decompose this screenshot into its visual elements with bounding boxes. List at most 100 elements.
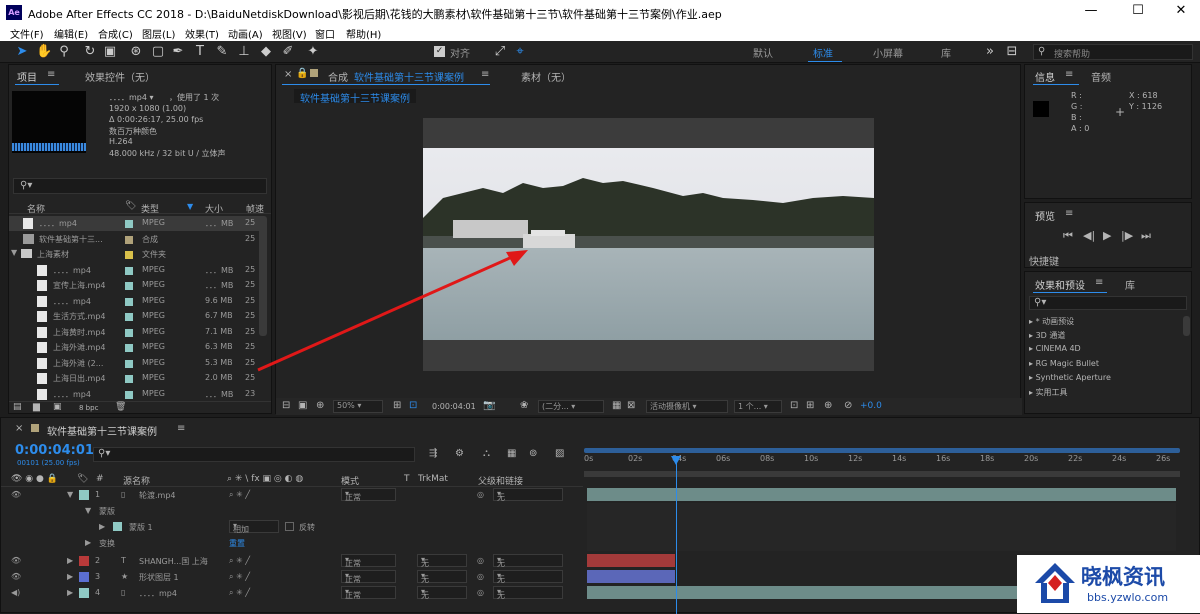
- menu-composition[interactable]: 合成(C): [98, 26, 133, 41]
- label-swatch[interactable]: [125, 251, 133, 259]
- layer-name[interactable]: 轮渡.mp4: [139, 490, 176, 501]
- workspace-library[interactable]: 库: [941, 45, 951, 60]
- project-search-input[interactable]: ⚲▾: [13, 178, 267, 194]
- expand-arrow-icon[interactable]: ▶: [67, 588, 73, 597]
- views-dropdown[interactable]: 1 个... ▾: [734, 400, 782, 413]
- pickwhip-icon[interactable]: ◎: [477, 556, 484, 565]
- masks-row[interactable]: ▼ 蒙版: [1, 503, 1200, 519]
- roto-brush-tool-icon[interactable]: ✐: [280, 44, 296, 60]
- expand-arrow-icon[interactable]: ▶: [67, 572, 73, 581]
- project-item[interactable]: 上海外滩.mp4 MPEG 6.3 MB 25: [9, 340, 264, 355]
- project-item[interactable]: 生活方式.mp4 MPEG 6.7 MB 25: [9, 309, 264, 324]
- menu-edit[interactable]: 编辑(E): [54, 26, 88, 41]
- expand-arrow-icon[interactable]: ▼: [85, 506, 91, 515]
- exposure-icon[interactable]: ⊘: [844, 400, 852, 411]
- pickwhip-icon[interactable]: ◎: [477, 572, 484, 581]
- more-workspaces-icon[interactable]: »: [982, 44, 998, 60]
- pickwhip-icon[interactable]: ◎: [477, 490, 484, 499]
- label-swatch[interactable]: [125, 266, 133, 275]
- project-item[interactable]: 上海日出.mp4 MPEG 2.0 MB 25: [9, 371, 264, 386]
- always-preview-icon[interactable]: ⊟: [282, 400, 290, 411]
- eye-icon[interactable]: 👁: [11, 556, 21, 565]
- menu-view[interactable]: 视图(V): [272, 26, 307, 41]
- menu-animation[interactable]: 动画(A): [228, 26, 263, 41]
- last-frame-icon[interactable]: ⏭: [1141, 229, 1151, 243]
- layer-name[interactable]: 形状图层 1: [139, 572, 179, 583]
- brush-tool-icon[interactable]: ✎: [214, 44, 230, 60]
- align-checkbox[interactable]: ✓: [434, 46, 445, 57]
- playhead-handle[interactable]: [670, 456, 681, 465]
- workspace-standard[interactable]: 标准: [813, 45, 833, 60]
- menu-layer[interactable]: 图层(L): [142, 26, 175, 41]
- timeline-search-input[interactable]: ⚲▾: [93, 447, 415, 462]
- tab-info[interactable]: 信息: [1035, 69, 1055, 84]
- effects-search-input[interactable]: ⚲▾: [1029, 296, 1187, 310]
- draft-3d-icon[interactable]: ⚙: [455, 448, 464, 459]
- menu-file[interactable]: 文件(F): [10, 26, 44, 41]
- effects-category[interactable]: ▸ RG Magic Bullet: [1029, 359, 1099, 368]
- transform-row[interactable]: ▶ 变换 重置: [1, 535, 1200, 551]
- layer-name[interactable]: SHANGH...国 上海: [139, 556, 208, 567]
- tab-libraries[interactable]: 库: [1125, 277, 1135, 292]
- time-ruler[interactable]: 0s 02s 04s 06s 08s 10s 12s 14s 16s 18s 20s 22s 24s 26…: [584, 446, 1184, 486]
- layer-row[interactable]: 👁 ▼ 1 ▯ 轮渡.mp4 ⌕ ✳ ╱ 正常 ▾ ◎ 无 ▾: [1, 487, 1200, 503]
- label-swatch[interactable]: [125, 390, 133, 399]
- label-swatch[interactable]: [79, 490, 89, 500]
- grid-icon[interactable]: ⊞: [393, 400, 401, 411]
- help-search-placeholder[interactable]: 搜索帮助: [1054, 47, 1090, 60]
- frame-blend-icon[interactable]: ▦: [507, 448, 516, 459]
- column-frame-rate[interactable]: 帧速: [246, 202, 264, 215]
- minimize-button[interactable]: —: [1076, 3, 1106, 21]
- menu-effect[interactable]: 效果(T): [185, 26, 219, 41]
- preview-menu-icon[interactable]: ≡: [1065, 208, 1073, 219]
- tab-effects-presets[interactable]: 效果和预设: [1035, 277, 1085, 292]
- trkmat-dropdown[interactable]: 无 ▾: [417, 570, 467, 584]
- mask-name[interactable]: 蒙版 1: [129, 522, 153, 533]
- label-swatch[interactable]: [79, 588, 89, 598]
- timeline-menu-icon[interactable]: ≡: [177, 423, 185, 434]
- play-icon[interactable]: ▶: [1103, 229, 1111, 242]
- timeline-navigator[interactable]: [584, 471, 1180, 477]
- graph-editor-icon[interactable]: ▨: [555, 448, 564, 459]
- parent-dropdown[interactable]: 无 ▾: [493, 586, 563, 600]
- tab-audio[interactable]: 音频: [1091, 69, 1111, 84]
- hand-tool-icon[interactable]: ✋: [36, 44, 52, 60]
- project-item[interactable]: 上海外滩 (2... MPEG 5.3 MB 25: [9, 356, 264, 371]
- menu-window[interactable]: 窗口: [315, 26, 335, 41]
- project-item[interactable]: ▼ 上海素材 文件夹: [9, 247, 264, 262]
- workspace-small-screen[interactable]: 小屏幕: [873, 45, 903, 60]
- region-interest-icon[interactable]: ▣: [298, 400, 307, 411]
- motion-blur-icon[interactable]: ⊚: [529, 448, 537, 459]
- column-type[interactable]: 类型: [141, 202, 159, 215]
- label-swatch[interactable]: [79, 556, 89, 566]
- effects-category[interactable]: ▸ Synthetic Aperture: [1029, 373, 1111, 382]
- column-t[interactable]: T: [404, 474, 410, 484]
- reset-exposure-icon[interactable]: ⊞: [806, 400, 814, 411]
- effects-scrollbar[interactable]: [1183, 316, 1190, 336]
- comp-canvas[interactable]: [423, 118, 874, 371]
- close-tab-icon[interactable]: ×: [284, 69, 292, 80]
- tab-effect-controls[interactable]: 效果控件（无）: [85, 69, 155, 84]
- layer-switches-icons[interactable]: ⌕ ✳ ╱: [229, 556, 250, 566]
- tab-project[interactable]: 项目: [17, 69, 37, 84]
- timeline-tab-name[interactable]: 软件基础第十三节课案例: [47, 423, 157, 438]
- rectangle-tool-icon[interactable]: ▢: [150, 44, 166, 60]
- effects-category[interactable]: ▸ 3D 通道: [1029, 330, 1065, 341]
- tab-footage[interactable]: 素材（无）: [521, 69, 571, 84]
- mask-visibility-icon[interactable]: ⊕: [316, 400, 324, 411]
- zoom-dropdown[interactable]: 50% ▾: [333, 400, 383, 413]
- pan-behind-tool-icon[interactable]: ⊛: [128, 44, 144, 60]
- parent-dropdown[interactable]: 无 ▾: [493, 554, 563, 568]
- info-menu-icon[interactable]: ≡: [1065, 69, 1073, 80]
- expand-arrow-icon[interactable]: ▶: [85, 538, 91, 547]
- mode-dropdown[interactable]: 正常 ▾: [341, 586, 396, 600]
- exposure-value[interactable]: +0.0: [860, 401, 882, 411]
- zoom-tool-icon[interactable]: ⚲: [56, 44, 72, 60]
- reset-link[interactable]: 重置: [229, 538, 245, 549]
- label-swatch[interactable]: [125, 297, 133, 306]
- mask-color-swatch[interactable]: [113, 522, 122, 531]
- label-column-icon[interactable]: 🏷: [125, 201, 136, 211]
- project-item[interactable]: 宣传上海.mp4 MPEG ．．．MB 25: [9, 278, 264, 293]
- parent-dropdown[interactable]: 无 ▾: [493, 570, 563, 584]
- project-item[interactable]: ．．．．mp4 MPEG 9.6 MB 25: [9, 294, 264, 309]
